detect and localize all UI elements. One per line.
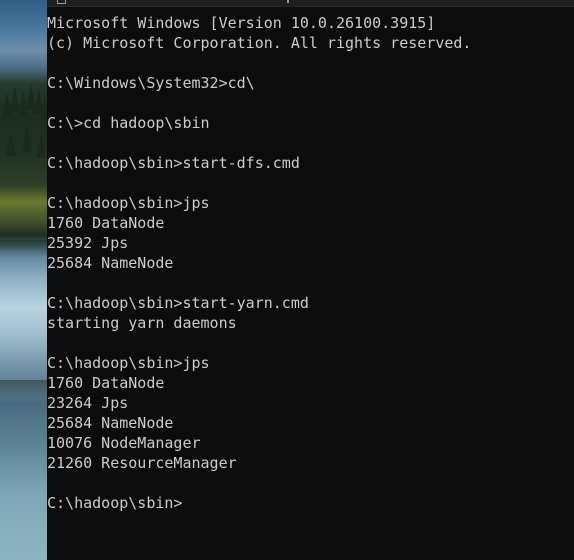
console-line: C:\hadoop\sbin>jps xyxy=(47,194,210,212)
console-line: starting yarn daemons xyxy=(47,314,237,332)
console-line: 1760 DataNode xyxy=(47,214,165,232)
console-line: 25684 NameNode xyxy=(47,414,174,432)
console-line: 21260 ResourceManager xyxy=(47,454,237,472)
console-line: 1760 DataNode xyxy=(47,374,165,392)
console-line: Microsoft Windows [Version 10.0.26100.39… xyxy=(47,14,436,32)
console-line: 25684 NameNode xyxy=(47,254,174,272)
command-prompt-line[interactable]: C:\hadoop\sbin> xyxy=(47,493,471,513)
console-line: C:\hadoop\sbin>start-yarn.cmd xyxy=(47,294,309,312)
console-line: (c) Microsoft Corporation. All rights re… xyxy=(47,34,472,52)
console-line: C:\hadoop\sbin>start-dfs.cmd xyxy=(47,154,300,172)
console-line: 23264 Jps xyxy=(47,394,129,412)
console-output[interactable]: Microsoft Windows [Version 10.0.26100.39… xyxy=(47,13,471,513)
console-line: C:\>cd hadoop\sbin xyxy=(47,114,210,132)
tab-icon xyxy=(57,0,66,4)
window-titlebar[interactable] xyxy=(47,0,574,7)
console-line: 10076 NodeManager xyxy=(47,434,201,452)
command-prompt-window[interactable]: Microsoft Windows [Version 10.0.26100.39… xyxy=(47,0,574,560)
title-fragment xyxy=(287,0,289,3)
console-line: C:\hadoop\sbin>jps xyxy=(47,354,210,372)
console-line: C:\Windows\System32>cd\ xyxy=(47,74,255,92)
console-line: 25392 Jps xyxy=(47,234,129,252)
desktop-screen: Microsoft Windows [Version 10.0.26100.39… xyxy=(0,0,574,560)
desktop-wallpaper xyxy=(0,0,47,560)
